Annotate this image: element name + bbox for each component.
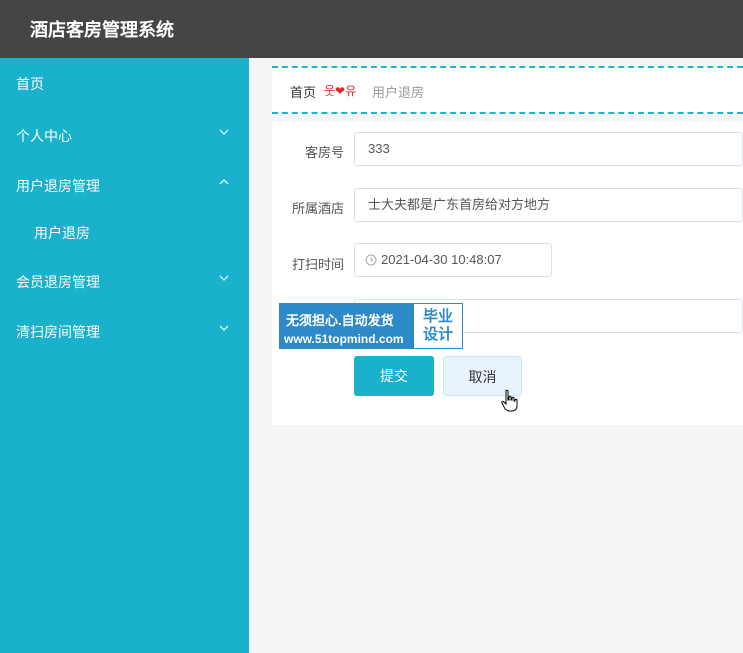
submit-button[interactable]: 提交: [354, 356, 434, 396]
sidebar-item-label: 个人中心: [16, 128, 72, 144]
sidebar-item-label: 用户退房管理: [16, 178, 100, 194]
sidebar-item-personal-center[interactable]: 个人中心: [0, 120, 249, 150]
breadcrumb: 首页 웃❤유 用户退房: [272, 66, 743, 114]
hotel-input[interactable]: 士大夫都是广东首房给对方地方: [354, 188, 743, 222]
chevron-down-icon: [219, 325, 229, 331]
watermark-badge: 毕业 设计: [414, 304, 462, 348]
watermark-slogan: 无须担心.自动发货: [286, 313, 394, 328]
sidebar-item-home[interactable]: 首页: [0, 68, 249, 98]
sidebar: 首页 个人中心 用户退房管理 用户退房 会员退房管理 清扫房间管理: [0, 58, 249, 653]
sidebar-item-user-checkout[interactable]: 用户退房: [0, 217, 249, 247]
chevron-up-icon: [219, 179, 229, 185]
clean-time-picker[interactable]: 2021-04-30 10:48:07: [354, 243, 552, 277]
clock-icon: [365, 254, 377, 266]
sidebar-item-user-checkout-mgmt[interactable]: 用户退房管理: [0, 170, 249, 200]
main-content: 首页 웃❤유 用户退房 客房号 333 所属酒店 士大夫都是广东首房给对方地方 …: [272, 66, 743, 425]
breadcrumb-home[interactable]: 首页: [290, 82, 316, 101]
breadcrumb-separator: 웃❤유: [324, 84, 357, 98]
top-bar: 酒店客房管理系统: [0, 0, 743, 58]
sidebar-item-label: 用户退房: [34, 225, 90, 241]
watermark-badge-line1: 毕业: [422, 308, 453, 325]
chevron-down-icon: [219, 275, 229, 281]
watermark-banner: 无须担心.自动发货 www.51topmind.com 毕业 设计: [279, 303, 463, 349]
hotel-value: 士大夫都是广东首房给对方地方: [368, 197, 551, 212]
sidebar-item-member-checkout-mgmt[interactable]: 会员退房管理: [0, 266, 249, 296]
chevron-down-icon: [219, 129, 229, 135]
sidebar-item-label: 清扫房间管理: [16, 324, 100, 340]
watermark-url: www.51topmind.com: [284, 332, 404, 346]
room-no-input[interactable]: 333: [354, 132, 743, 166]
room-no-value: 333: [368, 141, 390, 156]
clean-time-label: 打扫时间: [291, 257, 344, 272]
hand-cursor-icon: [501, 389, 518, 412]
hotel-label: 所属酒店: [291, 201, 344, 216]
watermark-left: 无须担心.自动发货 www.51topmind.com: [280, 304, 414, 348]
room-no-label: 客房号: [304, 145, 344, 160]
sidebar-item-label: 首页: [16, 76, 44, 92]
app-title: 酒店客房管理系统: [30, 20, 174, 40]
checkout-form: 客房号 333 所属酒店 士大夫都是广东首房给对方地方 打扫时间 2021-04…: [272, 122, 743, 425]
sidebar-item-label: 会员退房管理: [16, 274, 100, 290]
sidebar-item-room-cleaning-mgmt[interactable]: 清扫房间管理: [0, 316, 249, 346]
breadcrumb-current: 用户退房: [372, 85, 425, 100]
clean-time-value: 2021-04-30 10:48:07: [381, 252, 502, 267]
watermark-badge-line2: 设计: [422, 326, 453, 343]
